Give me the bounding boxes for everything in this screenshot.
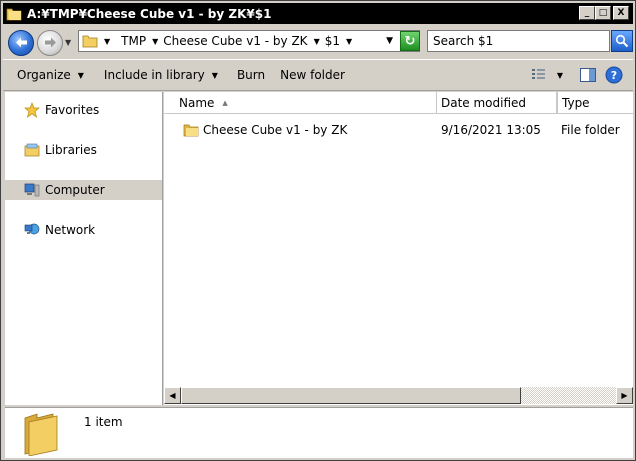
- window-title: A:¥TMP¥Cheese Cube v1 - by ZK¥$1: [27, 6, 272, 21]
- horizontal-scrollbar[interactable]: ◀ ▶: [164, 387, 633, 404]
- address-row: ▼ ▼ TMP ▼ Cheese Cube v1 - by ZK ▼ $1 ▼ …: [3, 25, 633, 59]
- folder-icon: [24, 413, 58, 456]
- folder-icon: [6, 8, 22, 20]
- breadcrumb-separator[interactable]: ▼: [152, 37, 163, 46]
- nav-item-computer[interactable]: Computer: [5, 180, 162, 200]
- include-in-library-button[interactable]: Include in library ▼: [104, 68, 218, 82]
- view-options-icon[interactable]: [531, 67, 549, 83]
- search-icon: [615, 34, 629, 48]
- title-bar[interactable]: A:¥TMP¥Cheese Cube v1 - by ZK¥$1 _ □ X: [3, 3, 633, 24]
- scrollbar-thumb[interactable]: [181, 387, 521, 404]
- star-icon: [24, 102, 40, 118]
- recent-pages-dropdown[interactable]: ▼: [65, 38, 71, 47]
- breadcrumb-item[interactable]: TMP: [121, 34, 146, 48]
- breadcrumb-root[interactable]: ▼: [104, 37, 115, 46]
- computer-icon: [24, 183, 40, 197]
- organize-button[interactable]: Organize ▼: [17, 68, 84, 82]
- nav-item-network[interactable]: Network: [5, 220, 162, 240]
- arrow-right-icon: [45, 37, 56, 48]
- breadcrumb-item[interactable]: Cheese Cube v1 - by ZK: [163, 34, 307, 48]
- file-type-cell: File folder: [561, 123, 620, 137]
- refresh-button[interactable]: ↻: [400, 31, 420, 51]
- close-button[interactable]: X: [613, 6, 629, 20]
- item-count: 1 item: [84, 415, 123, 429]
- chevron-down-icon: ▼: [77, 70, 84, 80]
- command-bar: Organize ▼ Include in library ▼ Burn New…: [3, 59, 633, 91]
- scroll-left-button[interactable]: ◀: [164, 387, 181, 404]
- breadcrumb-item[interactable]: $1: [325, 34, 340, 48]
- address-history-dropdown[interactable]: ▼: [386, 36, 393, 46]
- folder-icon: [183, 124, 199, 137]
- new-folder-button[interactable]: New folder: [280, 68, 345, 82]
- search-button[interactable]: [611, 30, 633, 52]
- folder-icon: [82, 35, 98, 48]
- column-headers: Name ▲ Date modified Type: [164, 92, 633, 114]
- breadcrumb-separator[interactable]: ▼: [314, 37, 325, 46]
- arrow-left-icon: [16, 37, 27, 48]
- library-icon: [24, 143, 40, 157]
- column-header-type[interactable]: Type: [557, 92, 633, 114]
- file-date-cell: 9/16/2021 13:05: [441, 123, 541, 137]
- help-icon[interactable]: ?: [605, 66, 623, 84]
- navigation-pane: Favorites Libraries Computer Network: [5, 92, 163, 405]
- breadcrumb-separator[interactable]: ▼: [346, 37, 357, 46]
- preview-pane-icon[interactable]: [579, 67, 597, 83]
- view-controls: ▼ ?: [531, 66, 623, 84]
- chevron-down-icon: ▼: [211, 70, 218, 80]
- address-bar[interactable]: ▼ TMP ▼ Cheese Cube v1 - by ZK ▼ $1 ▼ ▼: [78, 30, 420, 52]
- explorer-window: A:¥TMP¥Cheese Cube v1 - by ZK¥$1 _ □ X ▼…: [0, 0, 636, 461]
- nav-item-favorites[interactable]: Favorites: [5, 100, 162, 120]
- scroll-right-button[interactable]: ▶: [616, 387, 633, 404]
- refresh-icon: ↻: [404, 33, 416, 49]
- back-button[interactable]: [8, 30, 34, 56]
- column-header-date-modified[interactable]: Date modified: [437, 92, 557, 114]
- svg-text:?: ?: [611, 69, 617, 82]
- view-dropdown[interactable]: ▼: [557, 71, 563, 80]
- file-name-cell: Cheese Cube v1 - by ZK: [183, 120, 347, 140]
- network-icon: [24, 223, 40, 235]
- nav-item-libraries[interactable]: Libraries: [5, 140, 162, 160]
- file-list: Name ▲ Date modified Type Cheese Cube v1…: [164, 92, 633, 405]
- details-pane: 1 item: [5, 407, 633, 458]
- burn-button[interactable]: Burn: [237, 68, 265, 82]
- maximize-button[interactable]: □: [595, 6, 611, 20]
- minimize-button[interactable]: _: [579, 6, 595, 20]
- column-header-name[interactable]: Name ▲: [164, 92, 437, 114]
- window-controls: _ □ X: [579, 6, 629, 20]
- sort-ascending-icon: ▲: [222, 99, 228, 107]
- search-input[interactable]: Search $1: [427, 30, 610, 52]
- table-row[interactable]: Cheese Cube v1 - by ZK 9/16/2021 13:05 F…: [164, 120, 633, 140]
- forward-button[interactable]: [37, 30, 63, 56]
